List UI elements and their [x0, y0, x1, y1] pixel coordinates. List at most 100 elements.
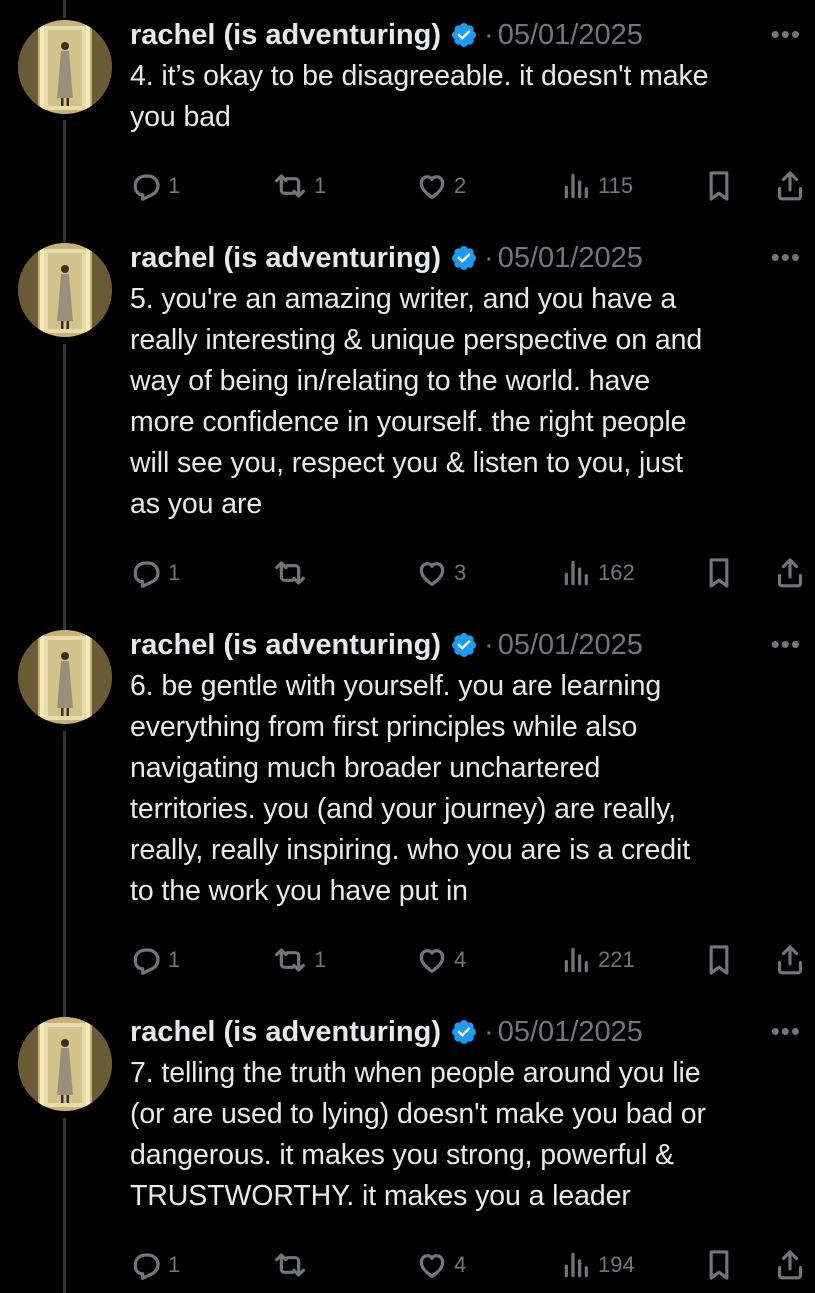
more-icon[interactable]: ••• [771, 1018, 801, 1044]
heart-icon [416, 1249, 448, 1281]
share-icon [774, 169, 806, 203]
reply-button[interactable]: 1 [130, 1245, 180, 1285]
views-button[interactable]: 221 [562, 940, 635, 980]
tweet-date[interactable]: 05/01/2025 [498, 629, 643, 662]
tweet-header: rachel (is adventuring) · 05/01/2025 ••• [130, 235, 801, 281]
like-count: 4 [454, 947, 467, 972]
tweet-header: rachel (is adventuring) · 05/01/2025 ••• [130, 622, 801, 668]
reply-count: 1 [168, 1252, 181, 1277]
tweet-date[interactable]: 05/01/2025 [498, 1016, 643, 1049]
avatar[interactable] [18, 243, 112, 337]
thread-line [63, 731, 66, 1018]
verified-badge-icon [450, 1018, 478, 1046]
views-icon [562, 944, 592, 976]
views-icon [562, 170, 592, 202]
heart-icon [416, 557, 448, 589]
more-icon[interactable]: ••• [771, 21, 801, 47]
thread-line [63, 1118, 66, 1293]
views-button[interactable]: 194 [562, 1245, 635, 1285]
bookmark-button[interactable] [704, 166, 734, 206]
tweet-header: rachel (is adventuring) · 05/01/2025 ••• [130, 1009, 801, 1055]
tweet-text: 4. it’s okay to be disagreeable. it does… [130, 60, 709, 133]
views-icon [562, 557, 592, 589]
like-count: 4 [454, 1252, 467, 1277]
verified-badge-icon [450, 244, 478, 272]
reply-button[interactable]: 1 [130, 166, 180, 206]
thread-line [63, 0, 66, 18]
author-name[interactable]: rachel (is adventuring) [130, 242, 441, 275]
repost-count: 1 [314, 173, 327, 198]
repost-icon [272, 944, 308, 976]
action-bar: 1 1 2 115 [130, 166, 803, 206]
share-icon [774, 943, 806, 977]
reply-icon [130, 944, 162, 976]
share-button[interactable] [774, 166, 806, 206]
share-button[interactable] [774, 553, 806, 593]
reply-button[interactable]: 1 [130, 553, 180, 593]
author-name[interactable]: rachel (is adventuring) [130, 629, 441, 662]
author-name[interactable]: rachel (is adventuring) [130, 19, 441, 52]
repost-button[interactable] [272, 553, 314, 593]
like-button[interactable]: 4 [416, 1245, 466, 1285]
tweet-date[interactable]: 05/01/2025 [498, 19, 643, 52]
like-button[interactable]: 4 [416, 940, 466, 980]
reply-count: 1 [168, 947, 181, 972]
repost-button[interactable]: 1 [272, 940, 326, 980]
tweet-date[interactable]: 05/01/2025 [498, 242, 643, 275]
avatar[interactable] [18, 1017, 112, 1111]
avatar[interactable] [18, 630, 112, 724]
heart-icon [416, 944, 448, 976]
more-icon[interactable]: ••• [771, 244, 801, 270]
bookmark-button[interactable] [704, 1245, 734, 1285]
bookmark-button[interactable] [704, 553, 734, 593]
separator: · [484, 241, 494, 274]
verified-badge-icon [450, 21, 478, 49]
heart-icon [416, 170, 448, 202]
bookmark-button[interactable] [704, 940, 734, 980]
repost-icon [272, 1249, 308, 1281]
like-count: 2 [454, 173, 467, 198]
repost-icon [272, 170, 308, 202]
separator: · [484, 1015, 494, 1048]
repost-button[interactable] [272, 1245, 314, 1285]
tweet-header: rachel (is adventuring) · 05/01/2025 ••• [130, 12, 801, 58]
author-name[interactable]: rachel (is adventuring) [130, 1016, 441, 1049]
tweet-text: 5. you're an amazing writer, and you hav… [130, 283, 703, 520]
reply-icon [130, 557, 162, 589]
views-count: 162 [598, 560, 635, 585]
separator: · [484, 628, 494, 661]
thread-line [63, 344, 66, 630]
verified-badge-icon [450, 631, 478, 659]
share-icon [774, 556, 806, 590]
like-button[interactable]: 2 [416, 166, 466, 206]
separator: · [484, 18, 494, 51]
action-bar: 1 1 4 221 [130, 940, 803, 980]
tweet-text: 6. be gentle with yourself. you are lear… [130, 670, 691, 907]
thread-line [63, 120, 66, 242]
views-button[interactable]: 115 [562, 166, 633, 206]
views-button[interactable]: 162 [562, 553, 635, 593]
action-bar: 1 3 162 [130, 553, 803, 593]
repost-icon [272, 557, 308, 589]
tweet-text: 7. telling the truth when people around … [130, 1057, 706, 1212]
bookmark-icon [704, 1248, 734, 1282]
reply-icon [130, 170, 162, 202]
avatar[interactable] [18, 20, 112, 114]
views-icon [562, 1249, 592, 1281]
share-button[interactable] [774, 1245, 806, 1285]
like-count: 3 [454, 560, 467, 585]
share-icon [774, 1248, 806, 1282]
share-button[interactable] [774, 940, 806, 980]
reply-button[interactable]: 1 [130, 940, 180, 980]
reply-icon [130, 1249, 162, 1281]
action-bar: 1 4 194 [130, 1245, 803, 1285]
repost-count: 1 [314, 947, 327, 972]
like-button[interactable]: 3 [416, 553, 466, 593]
bookmark-icon [704, 169, 734, 203]
views-count: 115 [598, 173, 634, 198]
repost-button[interactable]: 1 [272, 166, 326, 206]
bookmark-icon [704, 943, 734, 977]
more-icon[interactable]: ••• [771, 631, 801, 657]
views-count: 194 [598, 1252, 635, 1277]
reply-count: 1 [168, 560, 181, 585]
